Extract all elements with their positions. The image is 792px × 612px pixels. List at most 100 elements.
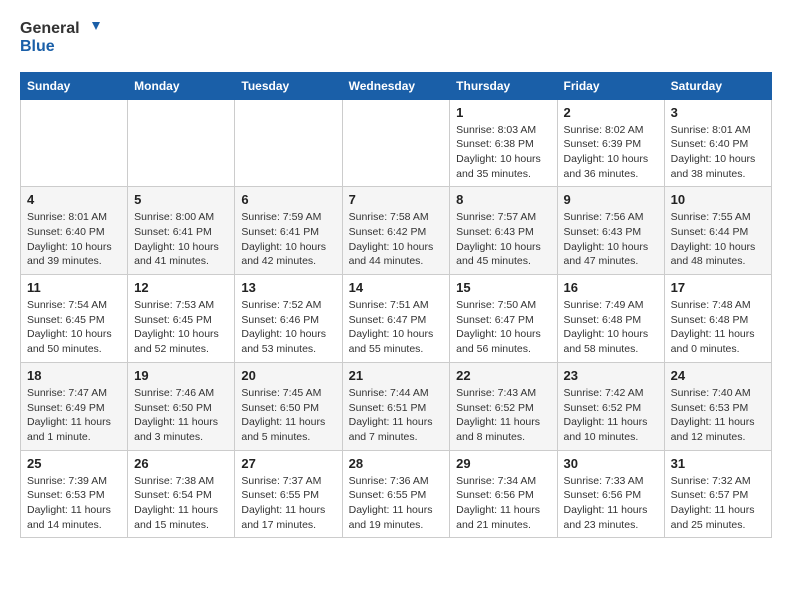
logo-general: General [20,20,80,38]
day-number: 22 [456,368,550,383]
weekday-header-monday: Monday [128,72,235,99]
day-info: Sunrise: 8:01 AM Sunset: 6:40 PM Dayligh… [671,123,765,182]
day-info: Sunrise: 7:43 AM Sunset: 6:52 PM Dayligh… [456,386,550,445]
day-info: Sunrise: 7:39 AM Sunset: 6:53 PM Dayligh… [27,474,121,533]
day-number: 12 [134,280,228,295]
day-info: Sunrise: 7:33 AM Sunset: 6:56 PM Dayligh… [564,474,658,533]
calendar-cell: 12 Sunrise: 7:53 AM Sunset: 6:45 PM Dayli… [128,275,235,363]
calendar-cell [342,99,450,187]
day-number: 14 [349,280,444,295]
calendar-cell: 28 Sunrise: 7:36 AM Sunset: 6:55 PM Dayli… [342,450,450,538]
day-number: 26 [134,456,228,471]
calendar-cell: 19 Sunrise: 7:46 AM Sunset: 6:50 PM Dayli… [128,362,235,450]
day-info: Sunrise: 7:47 AM Sunset: 6:49 PM Dayligh… [27,386,121,445]
day-number: 21 [349,368,444,383]
day-info: Sunrise: 7:45 AM Sunset: 6:50 PM Dayligh… [241,386,335,445]
header: General Blue [20,20,772,56]
day-number: 6 [241,192,335,207]
day-info: Sunrise: 7:44 AM Sunset: 6:51 PM Dayligh… [349,386,444,445]
calendar-cell: 30Sunrise: 7:33 AM Sunset: 6:56 PM Dayli… [557,450,664,538]
calendar-cell: 6 Sunrise: 7:59 AM Sunset: 6:41 PM Daylig… [235,187,342,275]
calendar-cell: 29Sunrise: 7:34 AM Sunset: 6:56 PM Dayli… [450,450,557,538]
week-row-4: 18 Sunrise: 7:47 AM Sunset: 6:49 PM Dayli… [21,362,772,450]
calendar-cell: 18 Sunrise: 7:47 AM Sunset: 6:49 PM Dayli… [21,362,128,450]
calendar-cell [128,99,235,187]
calendar-cell: 5 Sunrise: 8:00 AM Sunset: 6:41 PM Daylig… [128,187,235,275]
day-info: Sunrise: 7:58 AM Sunset: 6:42 PM Dayligh… [349,210,444,269]
day-info: Sunrise: 7:36 AM Sunset: 6:55 PM Dayligh… [349,474,444,533]
calendar-cell: 21 Sunrise: 7:44 AM Sunset: 6:51 PM Dayli… [342,362,450,450]
calendar-cell: 25 Sunrise: 7:39 AM Sunset: 6:53 PM Dayli… [21,450,128,538]
calendar-body: 1Sunrise: 8:03 AM Sunset: 6:38 PM Daylig… [21,99,772,538]
day-info: Sunrise: 7:55 AM Sunset: 6:44 PM Dayligh… [671,210,765,269]
day-number: 15 [456,280,550,295]
day-info: Sunrise: 8:01 AM Sunset: 6:40 PM Dayligh… [27,210,121,269]
day-info: Sunrise: 7:40 AM Sunset: 6:53 PM Dayligh… [671,386,765,445]
day-info: Sunrise: 7:42 AM Sunset: 6:52 PM Dayligh… [564,386,658,445]
day-info: Sunrise: 7:57 AM Sunset: 6:43 PM Dayligh… [456,210,550,269]
day-number: 3 [671,105,765,120]
day-number: 16 [564,280,658,295]
logo: General Blue [20,20,100,56]
day-info: Sunrise: 7:48 AM Sunset: 6:48 PM Dayligh… [671,298,765,357]
day-info: Sunrise: 7:34 AM Sunset: 6:56 PM Dayligh… [456,474,550,533]
day-number: 18 [27,368,121,383]
calendar-cell [235,99,342,187]
day-number: 25 [27,456,121,471]
day-info: Sunrise: 7:52 AM Sunset: 6:46 PM Dayligh… [241,298,335,357]
day-number: 13 [241,280,335,295]
day-info: Sunrise: 7:59 AM Sunset: 6:41 PM Dayligh… [241,210,335,269]
day-info: Sunrise: 7:53 AM Sunset: 6:45 PM Dayligh… [134,298,228,357]
week-row-2: 4 Sunrise: 8:01 AM Sunset: 6:40 PM Daylig… [21,187,772,275]
day-number: 19 [134,368,228,383]
calendar-cell: 24 Sunrise: 7:40 AM Sunset: 6:53 PM Dayli… [664,362,771,450]
day-number: 20 [241,368,335,383]
calendar-cell: 13 Sunrise: 7:52 AM Sunset: 6:46 PM Dayli… [235,275,342,363]
day-number: 24 [671,368,765,383]
day-info: Sunrise: 7:46 AM Sunset: 6:50 PM Dayligh… [134,386,228,445]
calendar-cell: 10 Sunrise: 7:55 AM Sunset: 6:44 PM Dayli… [664,187,771,275]
calendar-cell: 9 Sunrise: 7:56 AM Sunset: 6:43 PM Daylig… [557,187,664,275]
day-number: 5 [134,192,228,207]
calendar-cell: 7 Sunrise: 7:58 AM Sunset: 6:42 PM Daylig… [342,187,450,275]
calendar-cell: 22 Sunrise: 7:43 AM Sunset: 6:52 PM Dayli… [450,362,557,450]
day-number: 10 [671,192,765,207]
calendar-cell: 1Sunrise: 8:03 AM Sunset: 6:38 PM Daylig… [450,99,557,187]
day-number: 4 [27,192,121,207]
logo-text: General Blue [20,20,100,56]
calendar-cell: 23 Sunrise: 7:42 AM Sunset: 6:52 PM Dayli… [557,362,664,450]
weekday-header-friday: Friday [557,72,664,99]
weekday-header-row: SundayMondayTuesdayWednesdayThursdayFrid… [21,72,772,99]
calendar-cell: 17Sunrise: 7:48 AM Sunset: 6:48 PM Dayli… [664,275,771,363]
calendar-cell: 8Sunrise: 7:57 AM Sunset: 6:43 PM Daylig… [450,187,557,275]
day-number: 9 [564,192,658,207]
calendar-cell: 16 Sunrise: 7:49 AM Sunset: 6:48 PM Dayli… [557,275,664,363]
day-info: Sunrise: 8:00 AM Sunset: 6:41 PM Dayligh… [134,210,228,269]
day-number: 7 [349,192,444,207]
day-info: Sunrise: 8:02 AM Sunset: 6:39 PM Dayligh… [564,123,658,182]
day-number: 27 [241,456,335,471]
day-number: 31 [671,456,765,471]
day-info: Sunrise: 7:51 AM Sunset: 6:47 PM Dayligh… [349,298,444,357]
calendar-cell [21,99,128,187]
weekday-header-tuesday: Tuesday [235,72,342,99]
weekday-header-thursday: Thursday [450,72,557,99]
weekday-header-sunday: Sunday [21,72,128,99]
week-row-1: 1Sunrise: 8:03 AM Sunset: 6:38 PM Daylig… [21,99,772,187]
day-info: Sunrise: 7:49 AM Sunset: 6:48 PM Dayligh… [564,298,658,357]
day-number: 11 [27,280,121,295]
weekday-header-saturday: Saturday [664,72,771,99]
calendar-cell: 2Sunrise: 8:02 AM Sunset: 6:39 PM Daylig… [557,99,664,187]
logo-blue: Blue [20,38,55,55]
calendar-cell: 14 Sunrise: 7:51 AM Sunset: 6:47 PM Dayli… [342,275,450,363]
day-info: Sunrise: 8:03 AM Sunset: 6:38 PM Dayligh… [456,123,550,182]
day-number: 28 [349,456,444,471]
calendar-cell: 15Sunrise: 7:50 AM Sunset: 6:47 PM Dayli… [450,275,557,363]
day-info: Sunrise: 7:32 AM Sunset: 6:57 PM Dayligh… [671,474,765,533]
day-number: 23 [564,368,658,383]
day-info: Sunrise: 7:56 AM Sunset: 6:43 PM Dayligh… [564,210,658,269]
day-info: Sunrise: 7:37 AM Sunset: 6:55 PM Dayligh… [241,474,335,533]
day-info: Sunrise: 7:38 AM Sunset: 6:54 PM Dayligh… [134,474,228,533]
calendar-cell: 3 Sunrise: 8:01 AM Sunset: 6:40 PM Daylig… [664,99,771,187]
calendar-cell: 31 Sunrise: 7:32 AM Sunset: 6:57 PM Dayli… [664,450,771,538]
